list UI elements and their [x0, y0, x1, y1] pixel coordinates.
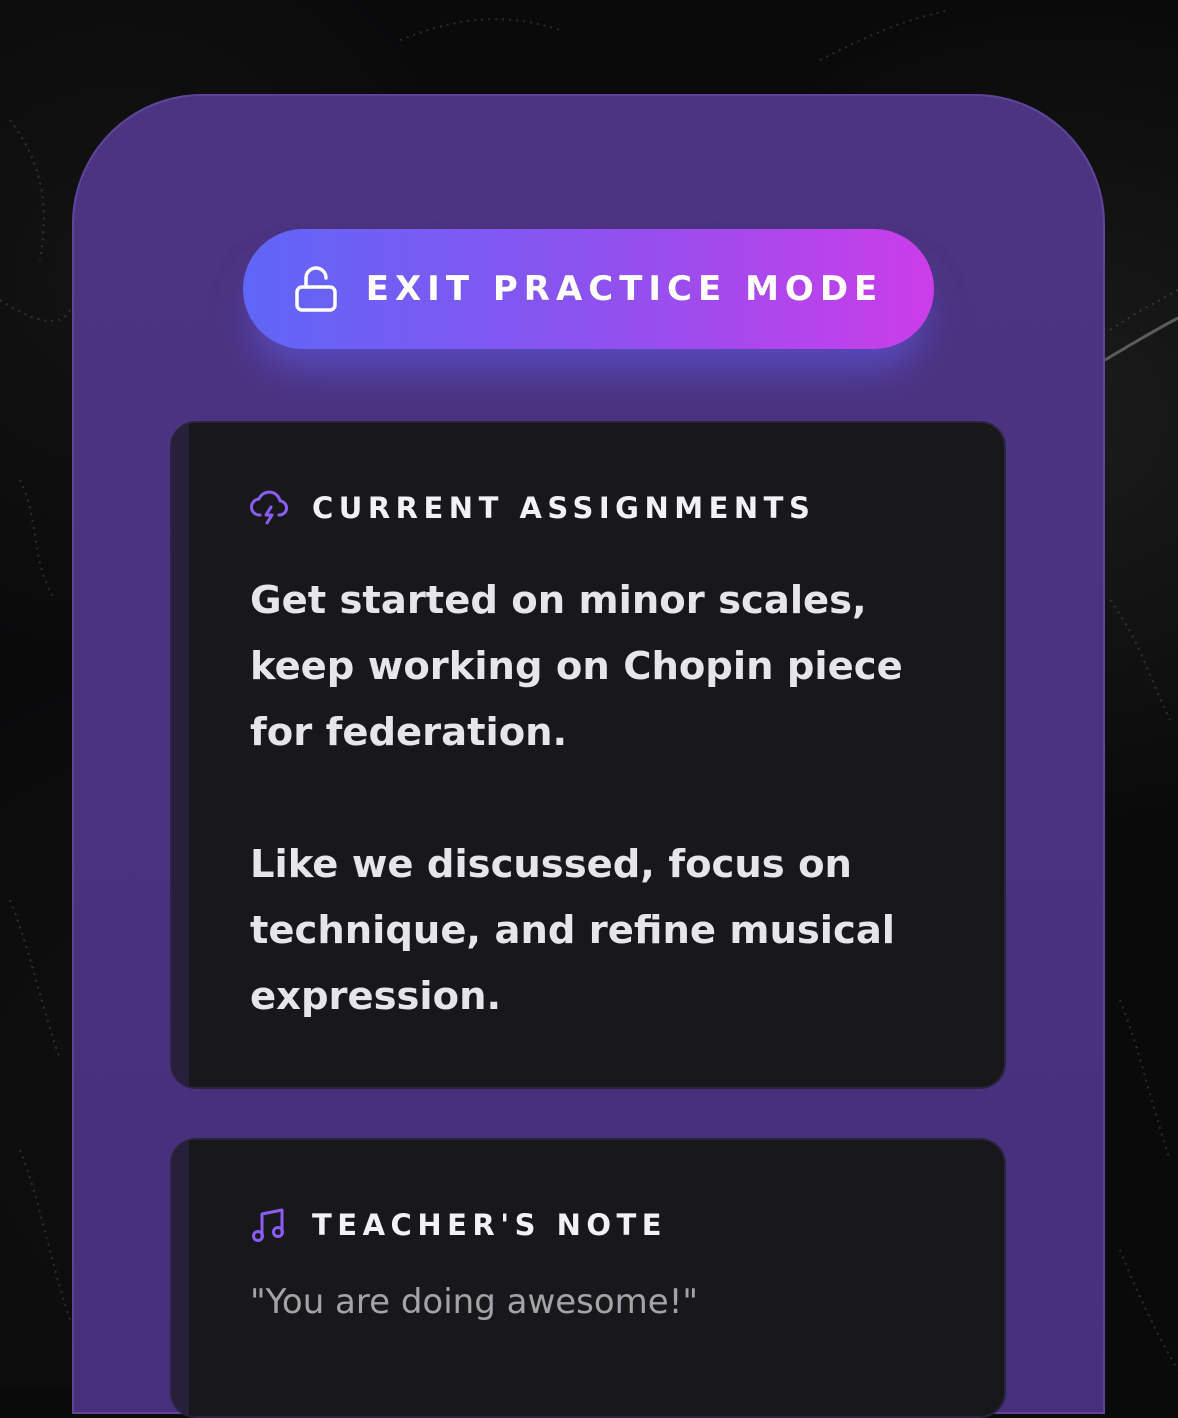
assignment-paragraph: Like we discussed, focus on technique, a… — [250, 842, 896, 1019]
exit-practice-mode-label: EXIT PRACTICE MODE — [365, 269, 884, 309]
current-assignments-title: CURRENT ASSIGNMENTS — [312, 491, 816, 525]
assignment-paragraph: Get started on minor scales, keep workin… — [250, 578, 903, 755]
assignments-text: Get started on minor scales, keep workin… — [250, 568, 970, 1030]
teachers-note-card: TEACHER'S NOTE "You are doing awesome!" — [170, 1138, 1006, 1418]
teachers-note-header: TEACHER'S NOTE — [250, 1206, 667, 1244]
teachers-note-title: TEACHER'S NOTE — [312, 1208, 668, 1242]
exit-practice-mode-button[interactable]: EXIT PRACTICE MODE — [243, 229, 934, 349]
teachers-note-text: "You are doing awesome!" — [250, 1282, 698, 1322]
current-assignments-header: CURRENT ASSIGNMENTS — [250, 489, 815, 527]
music-note-icon — [252, 1208, 284, 1242]
current-assignments-card: CURRENT ASSIGNMENTS Get started on minor… — [170, 421, 1006, 1089]
cloud-lightning-icon — [250, 490, 288, 525]
unlock-icon — [294, 266, 337, 312]
